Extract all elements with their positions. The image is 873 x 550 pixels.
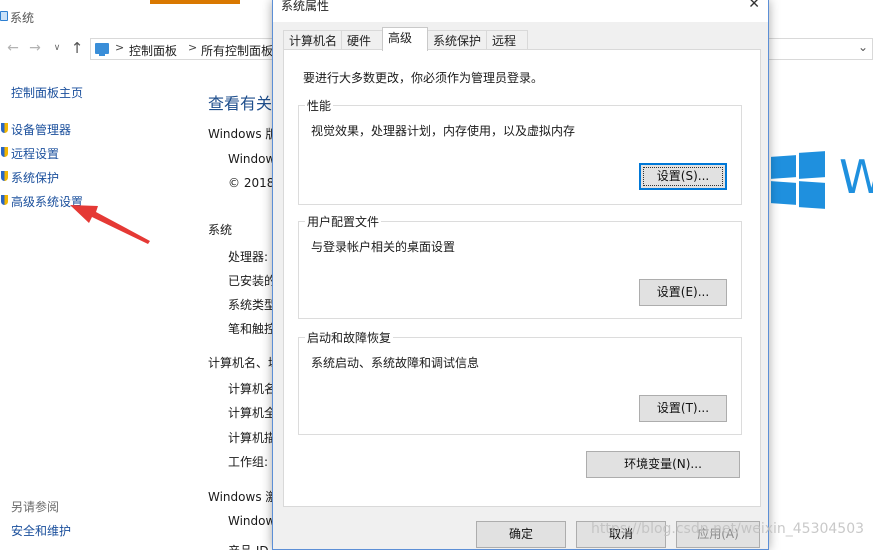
tab-strip: 计算机名 硬件 高级 系统保护 远程 — [283, 27, 761, 51]
performance-description: 视觉效果，处理器计划，内存使用，以及虚拟内存 — [311, 124, 576, 138]
user-profiles-description: 与登录帐户相关的桌面设置 — [311, 240, 456, 254]
user-profiles-group-title: 用户配置文件 — [305, 213, 382, 230]
startup-recovery-group-title: 启动和故障恢复 — [305, 329, 394, 346]
user-profiles-settings-button[interactable]: 设置(E)... — [639, 279, 727, 306]
advanced-tab-panel: 要进行大多数更改，你必须作为管理员登录。 性能 视觉效果，处理器计划，内存使用，… — [283, 49, 761, 507]
tab-remote[interactable]: 远程 — [486, 30, 528, 50]
arrow-to-advanced-settings-icon — [70, 205, 150, 244]
tab-computer-name[interactable]: 计算机名 — [283, 30, 342, 50]
admin-note: 要进行大多数更改，你必须作为管理员登录。 — [303, 71, 544, 85]
startup-recovery-group: 启动和故障恢复 系统启动、系统故障和调试信息 设置(T)... — [298, 329, 742, 435]
user-profiles-group: 用户配置文件 与登录帐户相关的桌面设置 设置(E)... — [298, 213, 742, 319]
performance-settings-button[interactable]: 设置(S)... — [639, 163, 727, 190]
tab-hardware[interactable]: 硬件 — [341, 30, 383, 50]
system-properties-dialog: 系统属性 ✕ 计算机名 硬件 高级 系统保护 远程 要进行大多数更改，你必须作为… — [272, 0, 769, 550]
startup-recovery-settings-button[interactable]: 设置(T)... — [639, 395, 727, 422]
environment-variables-button[interactable]: 环境变量(N)... — [586, 451, 740, 478]
watermark: https://blog.csdn.net/weixin_45304503 — [591, 521, 865, 537]
ok-button[interactable]: 确定 — [476, 521, 566, 548]
dialog-title: 系统属性 — [281, 0, 330, 13]
performance-group-title: 性能 — [305, 97, 334, 114]
startup-recovery-description: 系统启动、系统故障和调试信息 — [311, 356, 480, 370]
tab-system-protection[interactable]: 系统保护 — [427, 30, 487, 50]
close-icon[interactable]: ✕ — [748, 0, 760, 12]
dialog-titlebar[interactable]: 系统属性 ✕ — [273, 0, 768, 22]
performance-group: 性能 视觉效果，处理器计划，内存使用，以及虚拟内存 设置(S)... — [298, 97, 742, 205]
tab-advanced[interactable]: 高级 — [382, 27, 428, 51]
